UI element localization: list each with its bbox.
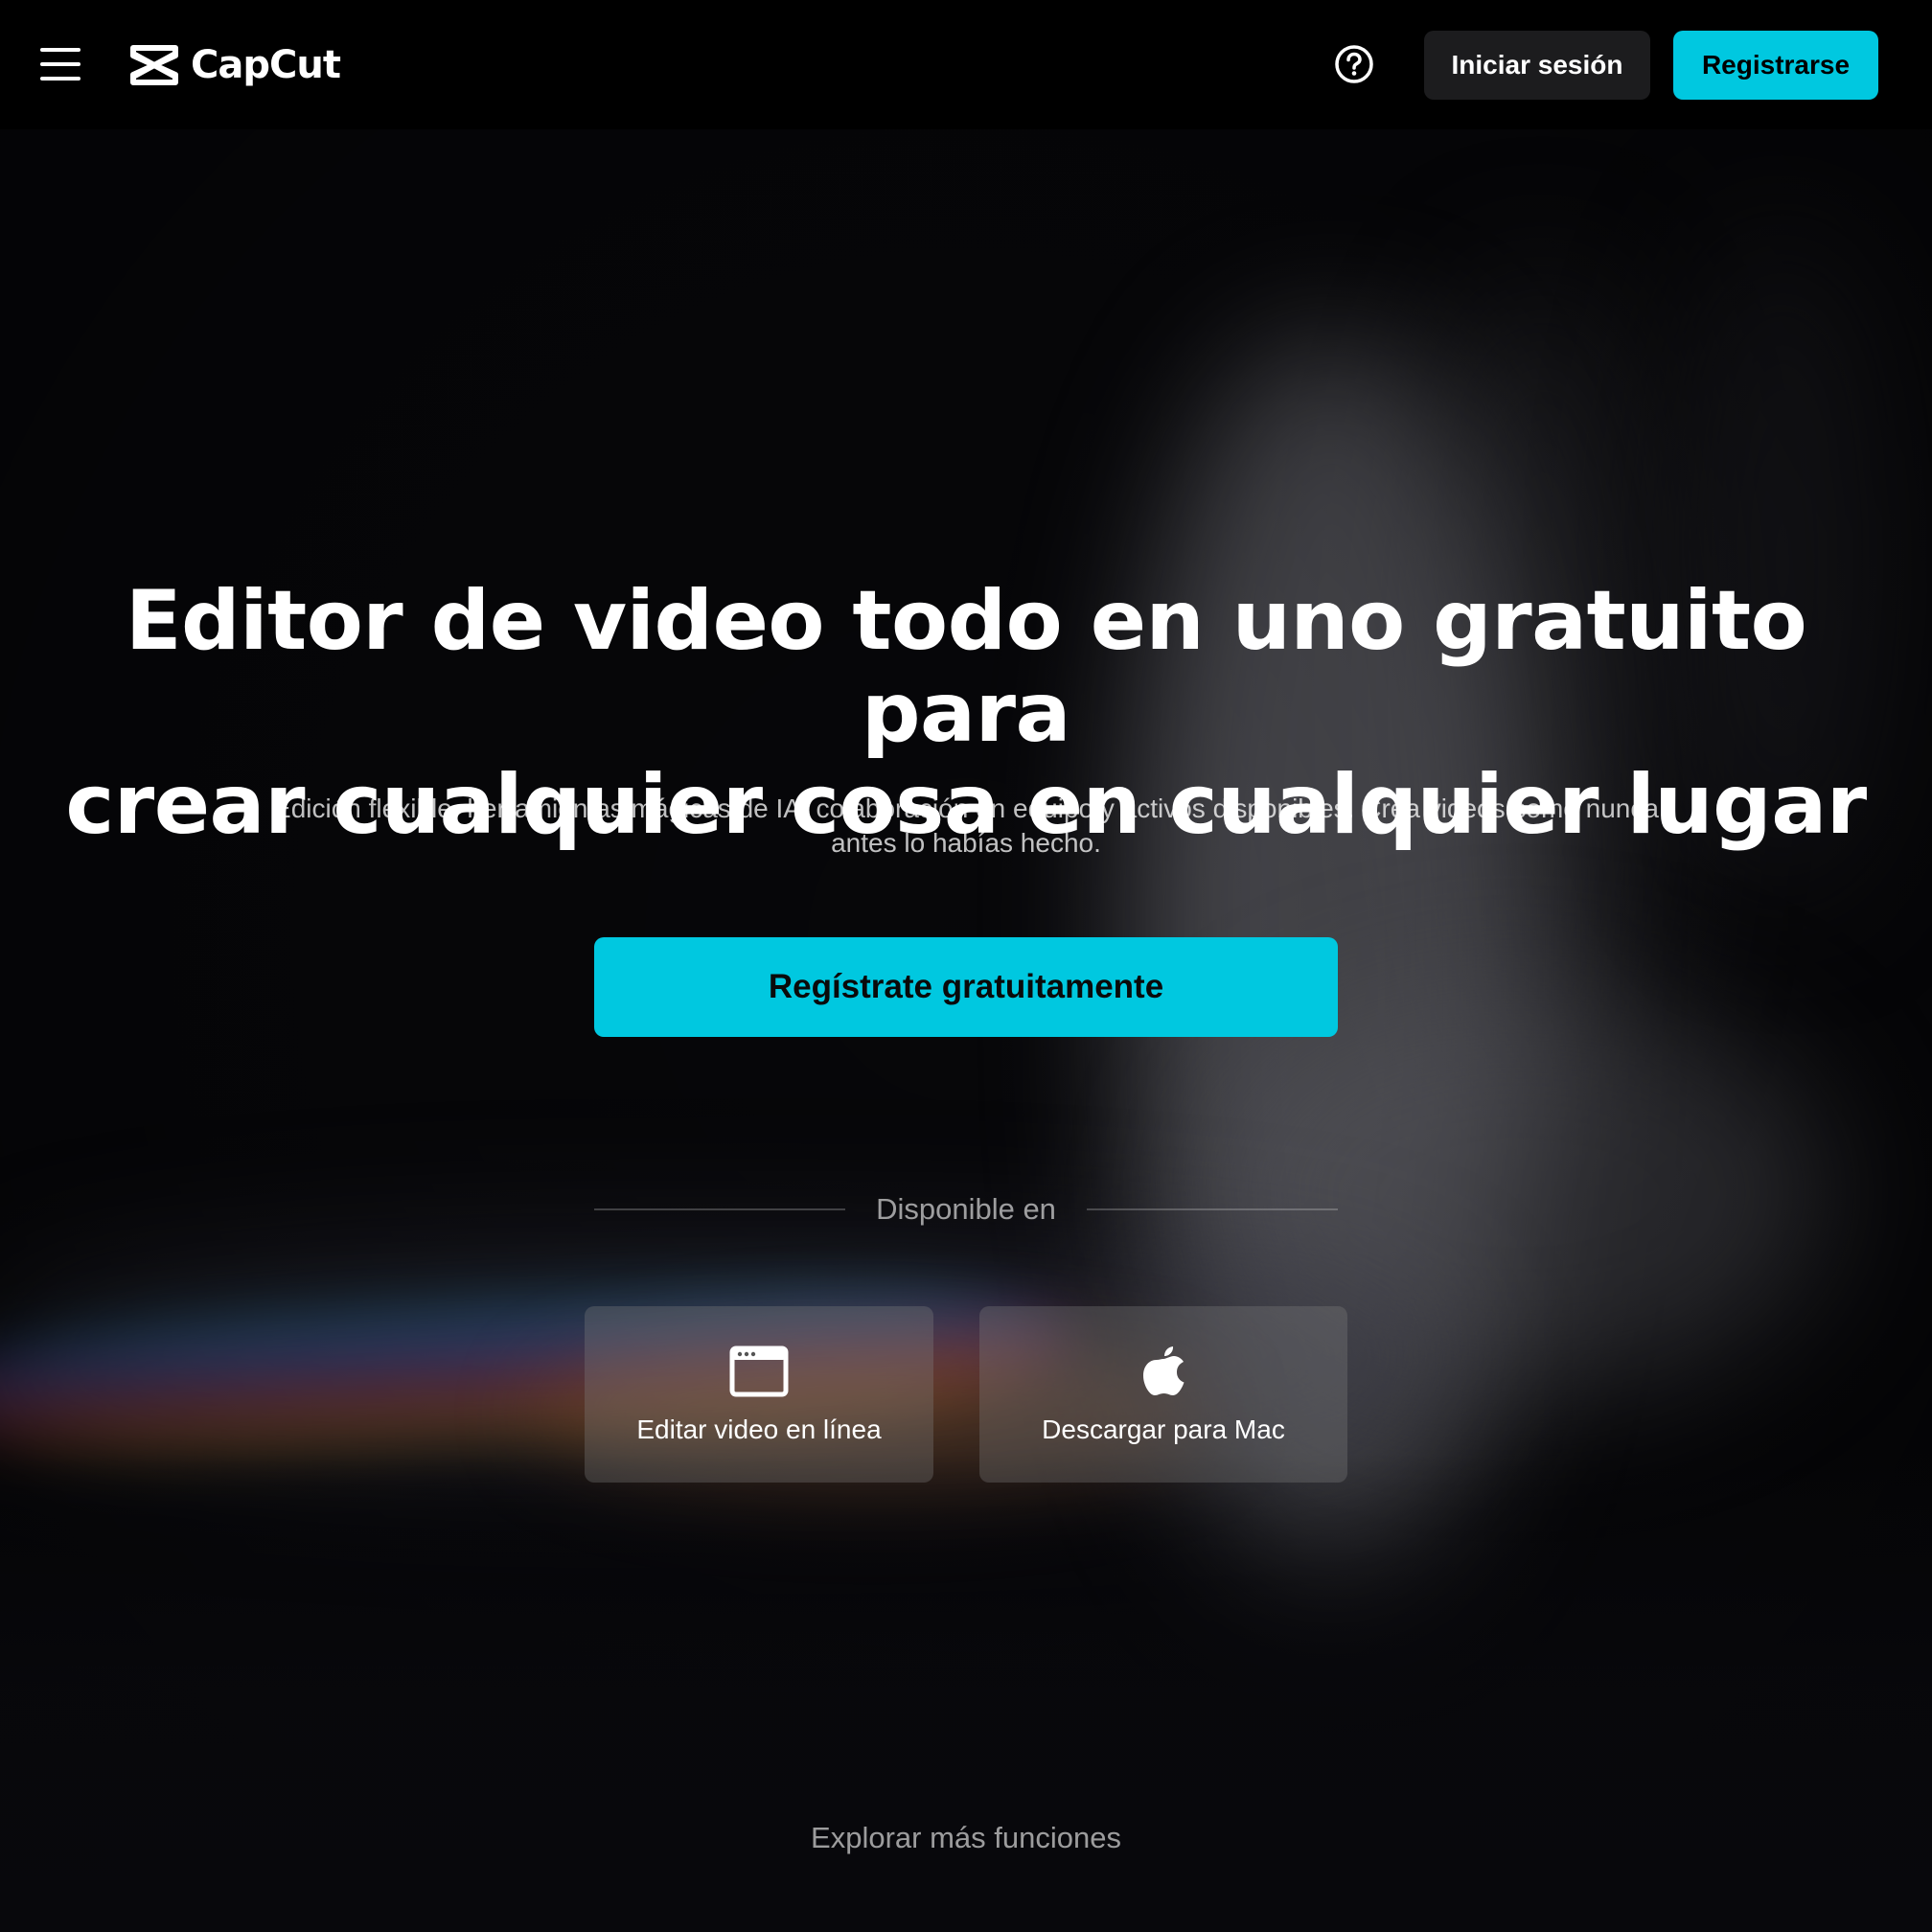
available-on-divider: Disponible en <box>594 1188 1339 1230</box>
edit-online-button[interactable]: Editar video en línea <box>585 1306 933 1483</box>
login-button[interactable]: Iniciar sesión <box>1424 31 1650 100</box>
capcut-landing-page: CapCut Iniciar sesión Registrarse Editor… <box>0 0 1932 1932</box>
edit-online-label: Editar video en línea <box>636 1414 882 1444</box>
explore-more-features-link[interactable]: Explorar más funciones <box>0 1821 1932 1855</box>
apple-icon <box>1143 1346 1184 1395</box>
divider-line-left <box>594 1208 846 1210</box>
download-mac-label: Descargar para Mac <box>1042 1414 1285 1444</box>
hero-subtitle: Edición flexible, herramientas mágicas d… <box>230 792 1702 861</box>
available-on-label: Disponible en <box>876 1192 1056 1226</box>
capcut-logo[interactable]: CapCut <box>129 42 341 88</box>
register-button[interactable]: Registrarse <box>1673 31 1878 100</box>
hero-subtitle-line-2: antes lo habías hecho. <box>831 828 1101 858</box>
menu-icon[interactable] <box>40 48 80 80</box>
brand-name: CapCut <box>191 43 341 87</box>
divider-line-right <box>1086 1208 1339 1210</box>
browser-window-icon <box>729 1346 789 1397</box>
top-navigation-bar: CapCut Iniciar sesión Registrarse <box>0 0 1932 129</box>
hero-subtitle-line-1: Edición flexible, herramientas mágicas d… <box>273 794 1659 823</box>
download-mac-button[interactable]: Descargar para Mac <box>979 1306 1347 1483</box>
help-icon[interactable] <box>1334 44 1374 84</box>
capcut-logo-icon <box>130 45 178 85</box>
signup-free-button[interactable]: Regístrate gratuitamente <box>594 937 1338 1037</box>
hero-title-line-1: Editor de video todo en uno gratuito par… <box>125 573 1807 761</box>
